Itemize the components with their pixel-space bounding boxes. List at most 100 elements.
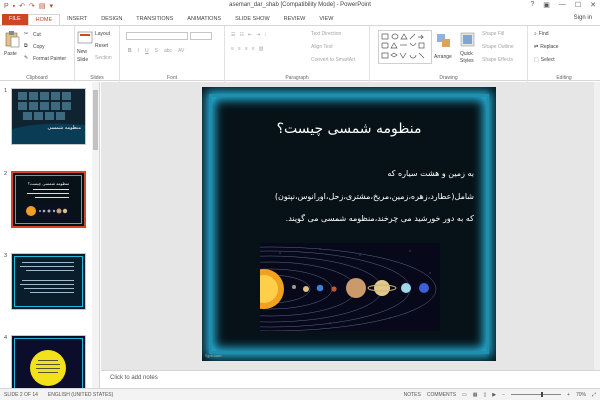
text-direction-button[interactable]: Text Direction — [311, 31, 341, 37]
comments-toggle-button[interactable]: COMMENTS — [427, 392, 456, 398]
slide-show-icon[interactable]: ▶ — [492, 392, 496, 398]
cut-button[interactable]: ✂ Cut — [24, 31, 41, 38]
character-spacing-button[interactable]: AV — [178, 48, 184, 54]
tab-review[interactable]: REVIEW — [277, 14, 313, 25]
ribbon-display-icon[interactable]: ▣ — [543, 1, 550, 9]
list-buttons: ☰ ☷ ⇤ ⇥ ↕ — [231, 32, 267, 38]
ribbon: Paste ✂ Cut ⧉ Copy ✎ Format Painter Clipboa… — [0, 25, 600, 82]
tab-transitions[interactable]: TRANSITIONS — [129, 14, 180, 25]
slide-body-line-3[interactable]: که به دور خورشید می چرخند،منظومه شمسی می… — [286, 214, 474, 223]
slide-thumbnail-1[interactable]: منظومه شمسی — [11, 88, 86, 145]
paste-icon[interactable] — [4, 30, 20, 48]
arrange-icon[interactable] — [436, 32, 452, 50]
shapes-gallery[interactable] — [378, 30, 432, 64]
zoom-level[interactable]: 70% — [576, 392, 586, 398]
shape-effects-button[interactable]: Shape Effects — [482, 57, 513, 63]
italic-button[interactable]: I — [138, 48, 139, 54]
slide-body-line-1[interactable]: به زمین و هشت سیاره که — [387, 169, 474, 178]
slide-thumbnails-pane: 1 منظومه شمسی 2 منظومه شمسی چیست؟ 3 4 — [0, 82, 100, 388]
select-button[interactable]: ⬚ Select — [534, 57, 555, 63]
slide-body-line-2[interactable]: شامل(عطارد،زهره،زمین،مریخ،مشتری،زحل،اورا… — [275, 192, 474, 201]
notes-pane[interactable]: Click to add notes — [101, 370, 600, 388]
slide-editing-area: منظومه شمسی چیست؟ به زمین و هشت سیاره که… — [101, 82, 600, 370]
sign-in-link[interactable]: Sign in — [574, 15, 592, 21]
decrease-indent-icon[interactable]: ⇤ — [248, 32, 252, 38]
tab-design[interactable]: DESIGN — [94, 14, 129, 25]
tab-view[interactable]: VIEW — [312, 14, 340, 25]
zoom-in-button[interactable]: + — [567, 392, 570, 398]
increase-indent-icon[interactable]: ⇥ — [256, 32, 260, 38]
editing-group: ⌕ Find ⇄ Replace ⬚ Select Editing — [528, 26, 600, 82]
close-button[interactable]: ✕ — [590, 1, 596, 9]
tab-insert[interactable]: INSERT — [60, 14, 94, 25]
slide-title[interactable]: منظومه شمسی چیست؟ — [202, 121, 496, 137]
tab-slide-show[interactable]: SLIDE SHOW — [228, 14, 277, 25]
slides-label: Slides — [90, 75, 104, 81]
columns-icon[interactable]: ▥ — [259, 46, 264, 52]
zoom-out-button[interactable]: − — [502, 392, 505, 398]
align-right-icon[interactable]: ≡ — [245, 46, 248, 52]
slide-thumbnail-4[interactable] — [11, 335, 86, 388]
align-left-icon[interactable]: ≡ — [231, 46, 234, 52]
justify-icon[interactable]: ≡ — [252, 46, 255, 52]
minimize-button[interactable]: — — [559, 1, 566, 9]
slide-thumbnail-3[interactable] — [11, 253, 86, 310]
clipboard-label: Clipboard — [26, 75, 48, 81]
font-size-input[interactable] — [190, 32, 212, 40]
quick-styles-dropdown[interactable]: Styles — [460, 58, 474, 64]
scissors-icon: ✂ — [24, 31, 29, 37]
zoom-slider[interactable] — [511, 392, 562, 397]
underline-button[interactable]: U — [145, 48, 149, 54]
reading-view-icon[interactable]: ▯ — [484, 392, 487, 398]
quick-styles-icon[interactable] — [460, 32, 476, 50]
section-button[interactable]: Section — [95, 55, 112, 61]
slide-vertical-scrollbar[interactable] — [594, 82, 600, 370]
reset-button[interactable]: Reset — [95, 43, 108, 49]
paste-button[interactable]: Paste — [4, 51, 17, 57]
current-slide[interactable]: منظومه شمسی چیست؟ به زمین و هشت سیاره که… — [202, 87, 496, 361]
quick-styles-button[interactable]: Quick — [460, 51, 473, 57]
align-text-button[interactable]: Align Text — [311, 44, 333, 50]
title-bar: P ▪ ↶ ↷ ▤ ▾ aseman_dar_shab [Compatibili… — [0, 0, 600, 12]
thumbnails-scrollbar[interactable] — [92, 82, 99, 388]
window-title: aseman_dar_shab [Compatibility Mode] - P… — [229, 2, 371, 8]
slide-sorter-icon[interactable]: ▦ — [473, 392, 478, 398]
solar-system-image[interactable] — [260, 243, 440, 331]
bold-button[interactable]: B — [128, 48, 132, 54]
convert-smartart-button[interactable]: Convert to SmartArt — [311, 57, 355, 63]
find-button[interactable]: ⌕ Find — [534, 31, 549, 37]
tab-home[interactable]: HOME — [27, 14, 61, 25]
shape-outline-button[interactable]: Shape Outline — [482, 44, 514, 50]
format-painter-button[interactable]: ✎ Format Painter — [24, 55, 66, 62]
bullets-icon[interactable]: ☰ — [231, 32, 235, 38]
normal-view-icon[interactable]: ▭ — [462, 392, 467, 398]
numbering-icon[interactable]: ☷ — [239, 32, 243, 38]
copy-button[interactable]: ⧉ Copy — [24, 43, 45, 50]
arrange-button[interactable]: Arrange — [434, 54, 452, 60]
fit-slide-icon[interactable]: ⤢ — [592, 392, 596, 398]
strikethrough-button[interactable]: S — [155, 48, 158, 54]
help-icon[interactable]: ? — [530, 1, 534, 9]
notes-placeholder[interactable]: Click to add notes — [110, 375, 158, 381]
thumb-number: 4 — [4, 335, 8, 341]
layout-button[interactable]: Layout — [95, 31, 110, 37]
find-icon: ⌕ — [534, 31, 537, 37]
new-slide-dropdown[interactable]: Slide — [77, 57, 88, 63]
tab-file[interactable]: FILE — [2, 14, 28, 25]
font-name-input[interactable] — [126, 32, 188, 40]
shadow-button[interactable]: abc — [164, 48, 172, 54]
language-indicator[interactable]: ENGLISH (UNITED STATES) — [48, 392, 113, 398]
maximize-button[interactable]: ☐ — [575, 1, 581, 9]
tab-animations[interactable]: ANIMATIONS — [180, 14, 228, 25]
font-format-row: B I U S abc AV — [128, 48, 184, 54]
slide-thumbnail-2[interactable]: منظومه شمسی چیست؟ — [11, 171, 86, 228]
replace-button[interactable]: ⇄ Replace — [534, 44, 559, 50]
notes-toggle-button[interactable]: NOTES — [404, 392, 421, 398]
drawing-group: Arrange Quick Styles Shape Fill Shape Ou… — [370, 26, 528, 82]
thumbnails-scroll-thumb[interactable] — [93, 90, 98, 150]
line-spacing-icon[interactable]: ↕ — [264, 32, 267, 38]
align-center-icon[interactable]: ≡ — [238, 46, 241, 52]
new-slide-icon[interactable] — [77, 30, 93, 48]
new-slide-button[interactable]: New — [77, 49, 87, 55]
shape-fill-button[interactable]: Shape Fill — [482, 31, 504, 37]
